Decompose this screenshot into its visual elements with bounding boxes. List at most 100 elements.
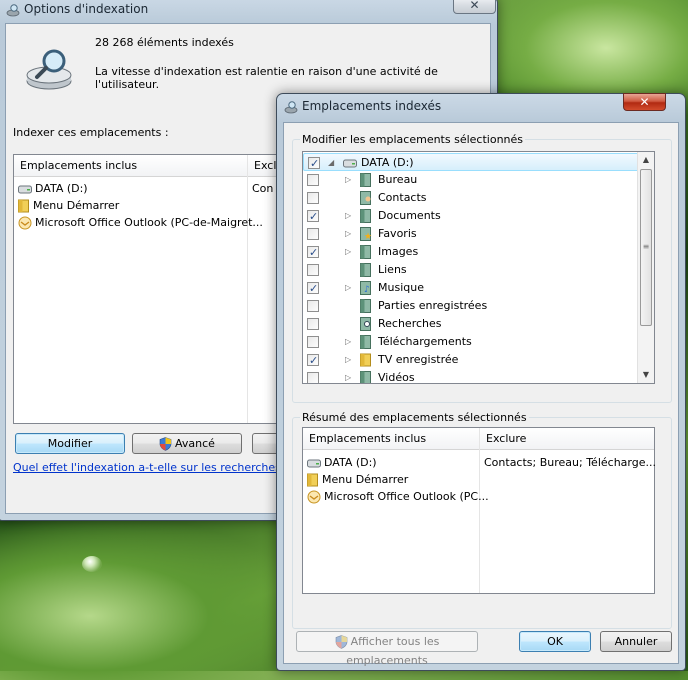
tree-item[interactable]: ▷ Vidéos: [303, 369, 639, 384]
svg-text:★: ★: [364, 232, 372, 241]
show-all-locations-button[interactable]: Afficher tous les emplacements: [296, 631, 478, 667]
expand-arrow-icon[interactable]: ◢: [328, 154, 334, 172]
tree-item[interactable]: ▷ Images: [303, 243, 639, 262]
checkbox[interactable]: [307, 372, 319, 383]
tree-item-label: Images: [378, 245, 419, 258]
tree-item-label: Favoris: [378, 227, 417, 240]
folder-green-icon: [360, 245, 374, 259]
expand-arrow-icon[interactable]: ▷: [345, 279, 351, 297]
modify-button[interactable]: Modifier: [15, 433, 125, 454]
close-button[interactable]: ✕: [623, 93, 666, 111]
wallpaper-leaf: [0, 520, 300, 680]
tree-item-label: Téléchargements: [378, 335, 472, 348]
music-icon: ♪: [360, 281, 374, 295]
title-bar[interactable]: Options d'indexation ✕: [0, 0, 497, 23]
scroll-thumb[interactable]: ≡: [640, 169, 652, 326]
checkbox[interactable]: [307, 228, 319, 240]
indexed-locations-dialog: Emplacements indexés ✕ Modifier les empl…: [276, 93, 686, 671]
expand-arrow-icon[interactable]: ▷: [345, 243, 351, 261]
tree-item[interactable]: ▷ TV enregistrée: [303, 351, 639, 370]
folder-yellow-icon: [360, 353, 374, 367]
contacts-icon: [360, 191, 374, 205]
checkbox[interactable]: [308, 155, 320, 173]
summary-row[interactable]: Microsoft Office Outlook (PC...: [307, 488, 489, 505]
column-header-included[interactable]: Emplacements inclus: [14, 155, 248, 177]
summary-group-label: Résumé des emplacements sélectionnés: [300, 411, 529, 424]
list-item-excluded: Con: [252, 182, 274, 195]
expand-arrow-icon[interactable]: ▷: [345, 369, 351, 383]
locations-tree[interactable]: ▷ Vidéos ▷ TV enregistrée ▷ Téléchargements Re…: [302, 151, 655, 384]
tree-item[interactable]: Recherches: [303, 315, 639, 333]
tree-item-label: TV enregistrée: [378, 353, 459, 366]
indexed-count: 28 268 éléments indexés: [95, 36, 234, 49]
tree-item[interactable]: ◢ DATA (D:): [303, 153, 639, 173]
checkbox[interactable]: [307, 280, 319, 298]
tree-item-label: Vidéos: [378, 371, 415, 384]
close-button[interactable]: ✕: [453, 0, 496, 14]
shield-icon: [335, 635, 347, 649]
outlook-icon: [18, 216, 32, 230]
dialog-title: Emplacements indexés: [302, 99, 442, 113]
tree-item[interactable]: ▷ ★ Favoris: [303, 225, 639, 243]
tree-item[interactable]: Liens: [303, 261, 639, 279]
folder-green-icon: [360, 335, 374, 349]
tree-item-label: Liens: [378, 263, 407, 276]
list-item[interactable]: Menu Démarrer: [18, 197, 119, 214]
expand-arrow-icon[interactable]: ▷: [345, 207, 351, 225]
tree-item[interactable]: ▷ Téléchargements: [303, 333, 639, 351]
checkbox[interactable]: [307, 352, 319, 370]
water-drop: [82, 556, 102, 572]
expand-arrow-icon[interactable]: ▷: [345, 225, 351, 243]
search-drive-icon: [26, 49, 72, 90]
tree-item-label: Musique: [378, 281, 424, 294]
favorites-icon: ★: [360, 227, 374, 242]
checkbox[interactable]: [307, 300, 319, 312]
folder-green-icon: [360, 209, 374, 223]
column-header-included[interactable]: Emplacements inclus: [303, 428, 479, 450]
tree-item[interactable]: ▷ Documents: [303, 207, 639, 226]
tree-item[interactable]: Parties enregistrées: [303, 297, 639, 315]
drive-icon: [307, 459, 321, 468]
checkbox[interactable]: [307, 264, 319, 276]
expand-arrow-icon[interactable]: ▷: [345, 171, 351, 189]
list-item[interactable]: DATA (D:): [18, 180, 88, 197]
checkbox[interactable]: [307, 318, 319, 330]
folder-green-icon: [360, 173, 374, 187]
summary-row[interactable]: DATA (D:): [307, 454, 377, 471]
column-header-excluded[interactable]: Exclure: [480, 428, 654, 450]
folder-icon: [307, 473, 318, 487]
tree-item[interactable]: ▷ Bureau: [303, 171, 639, 189]
checkbox[interactable]: [307, 208, 319, 226]
drive-icon: [343, 156, 357, 170]
list-item[interactable]: Microsoft Office Outlook (PC-de-Maigret.…: [18, 214, 263, 231]
help-link[interactable]: Quel effet l'indexation a-t-elle sur les…: [13, 461, 290, 474]
window-title: Options d'indexation: [24, 2, 149, 16]
expand-arrow-icon[interactable]: ▷: [345, 333, 351, 351]
indexing-icon: [6, 4, 20, 17]
checkbox[interactable]: [307, 174, 319, 186]
scroll-up-arrow[interactable]: ▲: [638, 152, 654, 168]
ok-button[interactable]: OK: [519, 631, 591, 652]
expand-arrow-icon[interactable]: ▷: [345, 351, 351, 369]
checkbox[interactable]: [307, 244, 319, 262]
cancel-button[interactable]: Annuler: [600, 631, 672, 652]
folder-green-icon: [360, 299, 374, 313]
advanced-button[interactable]: Avancé: [132, 433, 242, 454]
scroll-down-arrow[interactable]: ▼: [638, 367, 654, 383]
summary-list[interactable]: Emplacements inclus Exclure DATA (D:) Co…: [302, 427, 656, 594]
folder-green-icon: [360, 263, 374, 277]
tree-item-label: Documents: [378, 209, 441, 222]
dialog-title-bar[interactable]: Emplacements indexés ✕: [277, 93, 685, 120]
dialog-body: Modifier les emplacements sélectionnés ▷…: [283, 122, 679, 667]
tree-scrollbar[interactable]: ▲ ≡ ▼: [637, 152, 654, 383]
svg-text:♪: ♪: [364, 285, 370, 295]
tree-item[interactable]: Contacts: [303, 189, 639, 207]
drive-icon: [18, 185, 32, 194]
modify-group-label: Modifier les emplacements sélectionnés: [300, 133, 526, 146]
summary-row[interactable]: Menu Démarrer: [307, 471, 408, 488]
checkbox[interactable]: [307, 336, 319, 348]
checkbox[interactable]: [307, 192, 319, 204]
locations-label: Indexer ces emplacements :: [13, 126, 169, 139]
tree-item[interactable]: ▷ ♪ Musique: [303, 279, 639, 298]
indexing-icon: [284, 101, 298, 114]
